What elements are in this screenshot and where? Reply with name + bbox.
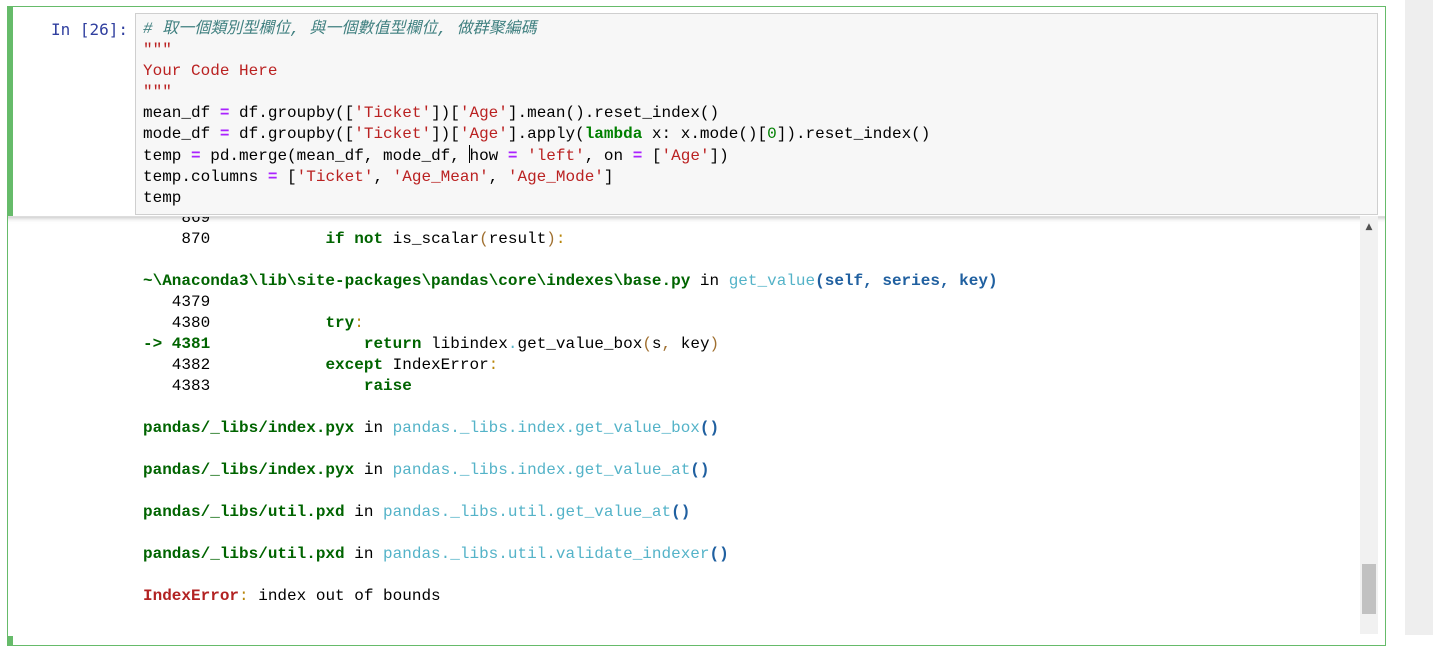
traceback-text: 869 870 if not is_scalar(result): ~\Anac… [143,216,998,607]
error-message: IndexError: index out of bounds [143,587,441,605]
tb-line-4379: 4379 [143,293,211,311]
tb-frame-base: ~\Anaconda3\lib\site-packages\pandas\cor… [143,272,998,290]
docstring-close: """ [143,83,172,101]
tb-line-4380: 4380 try: [143,314,364,332]
tb-frame-util-at: pandas/_libs/util.pxd in pandas._libs.ut… [143,503,691,521]
code-line-mean-df: mean_df = df.groupby(['Ticket'])['Age'].… [143,104,720,122]
scrollbar-thumb[interactable] [1362,564,1376,614]
code-line-merge: temp = pd.merge(mean_df, mode_df, how = … [143,145,729,165]
page-right-gutter [1405,0,1433,635]
tb-frame-index-at: pandas/_libs/index.pyx in pandas._libs.i… [143,461,710,479]
docstring-open: """ [143,41,172,59]
tb-frame-util-validate: pandas/_libs/util.pxd in pandas._libs.ut… [143,545,729,563]
tb-line-4381: -> 4381 return libindex.get_value_box(s,… [143,335,720,353]
scroll-up-arrow-icon[interactable]: ▲ [1360,220,1378,234]
output-scrollbar[interactable]: ▲ [1360,216,1378,634]
tb-line-4383: 4383 raise [143,377,412,395]
code-line-columns: temp.columns = ['Ticket', 'Age_Mean', 'A… [143,168,614,186]
tb-line-869: 869 [143,216,211,227]
code-line-temp: temp [143,189,182,207]
input-prompt: In [26]: [50,20,128,39]
tb-line-4382: 4382 except IndexError: [143,356,499,374]
code-line-mode-df: mode_df = df.groupby(['Ticket'])['Age'].… [143,125,931,143]
code-comment: # 取一個類別型欄位, 與一個數值型欄位, 做群聚編碼 [143,20,537,38]
docstring-text: Your Code Here [143,62,278,80]
tb-frame-index-box: pandas/_libs/index.pyx in pandas._libs.i… [143,419,720,437]
tb-line-870: 870 if not is_scalar(result): [143,230,566,248]
output-area[interactable]: 869 870 if not is_scalar(result): ~\Anac… [8,216,1385,636]
code-text[interactable]: # 取一個類別型欄位, 與一個數值型欄位, 做群聚編碼 """ Your Cod… [143,19,930,209]
